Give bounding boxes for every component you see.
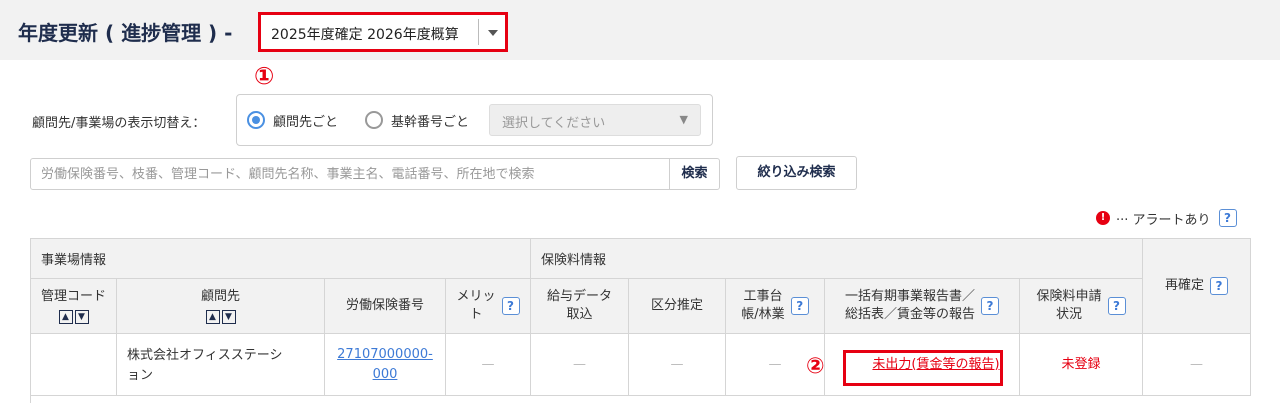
- col-report-label: 一括有期事業報告書／ 総括表／賃金等の報告: [844, 289, 975, 322]
- help-icon[interactable]: ?: [790, 297, 809, 315]
- col-management-code: 管理コード ▲ ▼: [31, 279, 117, 334]
- col-client-label: 顧問先: [200, 289, 240, 304]
- help-icon[interactable]: ?: [1107, 297, 1126, 315]
- sort-desc-icon[interactable]: ▼: [74, 310, 89, 324]
- radio-unchecked-icon: [365, 111, 383, 129]
- col-payroll-import-label: 給与データ: [546, 289, 612, 304]
- col-insurance-number: 労働保険番号: [325, 279, 446, 334]
- col-merit: メリット ?: [446, 279, 531, 334]
- col-payroll-import-label-2: 取込: [566, 307, 593, 322]
- client-name-line-2: ョン: [127, 368, 154, 383]
- col-construction-ledger-label: 工事台 帳/林業: [741, 289, 785, 322]
- sort-desc-icon[interactable]: ▼: [221, 310, 236, 324]
- cell-payroll-import: —: [531, 334, 629, 396]
- sort-buttons: ▲ ▼: [58, 310, 89, 324]
- col-client: 顧問先 ▲ ▼: [117, 279, 325, 334]
- help-icon[interactable]: ?: [501, 297, 520, 315]
- cell-client-name[interactable]: 株式会社オフィスステーシ ョン: [117, 334, 325, 396]
- col-reconfirm: 再確定 ?: [1143, 239, 1251, 334]
- display-switch-label: 顧問先/事業場の表示切替え：: [32, 116, 206, 131]
- cell-insurance-number: 27107000000- 000: [325, 334, 446, 396]
- radio-by-client-label: 顧問先ごと: [273, 114, 339, 130]
- col-merit-label: メリット: [456, 289, 496, 322]
- help-icon[interactable]: ?: [1218, 209, 1237, 227]
- alert-legend: ! ··· アラートあり ?: [1096, 207, 1237, 229]
- client-name-line-1: 株式会社オフィスステーシ: [127, 348, 283, 363]
- cell-category-estimate: —: [629, 334, 726, 396]
- alert-icon: !: [1096, 211, 1110, 225]
- chevron-down-icon: [488, 30, 498, 36]
- page-title: 年度更新 ( 進捗管理 ) -: [18, 21, 233, 45]
- insurance-number-link-2[interactable]: 000: [373, 365, 398, 385]
- callout-marker-2: ②: [806, 354, 825, 379]
- col-category-estimate-label: 区分推定: [650, 298, 703, 313]
- col-management-code-label: 管理コード: [40, 289, 106, 304]
- col-construction-ledger: 工事台 帳/林業 ?: [726, 279, 825, 334]
- radio-by-base-number-label: 基幹番号ごと: [391, 114, 470, 130]
- cell-premium-status: 未登録: [1020, 334, 1143, 396]
- sort-buttons: ▲ ▼: [205, 310, 236, 324]
- group-header-site-info: 事業場情報: [31, 239, 531, 279]
- help-icon[interactable]: ?: [981, 297, 999, 315]
- filter-search-button[interactable]: 絞り込み検索: [736, 156, 857, 190]
- fiscal-year-select[interactable]: 2025年度確定 2026年度概算: [258, 12, 508, 52]
- col-insurance-number-label: 労働保険番号: [345, 298, 424, 313]
- col-report: 一括有期事業報告書／ 総括表／賃金等の報告 ?: [825, 279, 1020, 334]
- col-premium-status-label: 保険料申請 状況: [1036, 289, 1102, 322]
- callout-marker-1: ①: [254, 62, 275, 90]
- col-premium-status: 保険料申請 状況 ?: [1020, 279, 1143, 334]
- display-switch-group: 顧問先ごと 基幹番号ごと 選択してください ▼: [236, 94, 713, 146]
- cell-management-code: [31, 334, 117, 396]
- select-divider: [478, 19, 479, 45]
- sort-asc-icon[interactable]: ▲: [205, 310, 220, 324]
- sort-asc-icon[interactable]: ▲: [58, 310, 73, 324]
- base-number-select: 選択してください ▼: [489, 104, 701, 136]
- highlight-box-report: [843, 350, 1003, 386]
- alert-legend-text: ··· アラートあり: [1116, 212, 1211, 228]
- col-category-estimate: 区分推定: [629, 279, 726, 334]
- search-input[interactable]: [30, 158, 670, 190]
- radio-checked-icon: [247, 111, 265, 129]
- group-header-premium-info: 保険料情報: [531, 239, 1143, 279]
- cell-merit: —: [446, 334, 531, 396]
- triangle-down-icon: ▼: [679, 113, 688, 126]
- progress-table: 事業場情報 保険料情報 再確定 ? 管理コード ▲ ▼ 顧問先 ▲ ▼ 労働保険番号…: [30, 238, 1251, 403]
- help-icon[interactable]: ?: [1210, 277, 1228, 295]
- search-button[interactable]: 検索: [669, 158, 720, 190]
- col-payroll-import: 給与データ 取込: [531, 279, 629, 334]
- radio-by-client[interactable]: 顧問先ごと: [247, 108, 338, 132]
- base-number-select-placeholder: 選択してください: [502, 116, 606, 131]
- fiscal-year-value: 2025年度確定 2026年度概算: [271, 27, 459, 43]
- radio-by-base-number[interactable]: 基幹番号ごと: [365, 108, 469, 132]
- insurance-number-link[interactable]: 27107000000-: [337, 345, 433, 365]
- cell-reconfirm: —: [1143, 334, 1251, 396]
- col-reconfirm-label: 再確定: [1164, 278, 1204, 293]
